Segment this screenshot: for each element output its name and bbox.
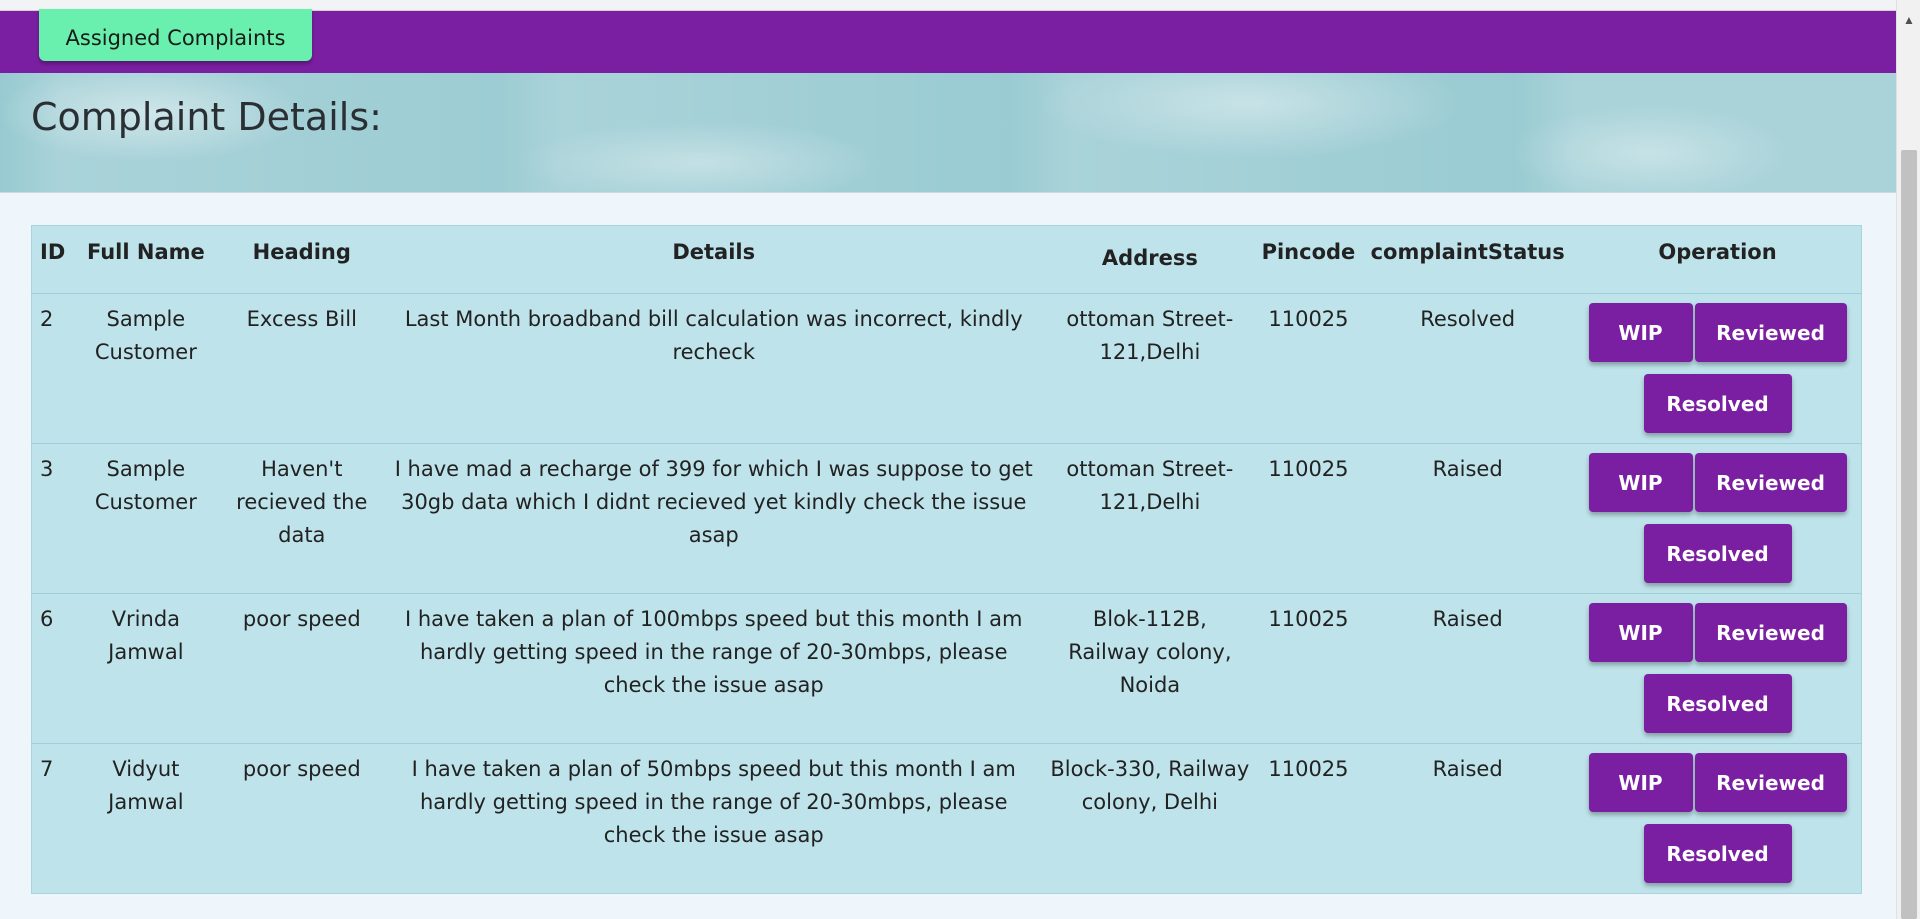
operation-buttons: WIP Reviewed Resolved [1580,453,1855,583]
header-address: Address [1044,225,1256,294]
cell-operation: WIP Reviewed Resolved [1574,593,1862,744]
cell-status: Raised [1361,593,1575,744]
table-row: 7 Vidyut Jamwal poor speed I have taken … [32,744,1862,894]
operation-buttons-top: WIP Reviewed [1588,303,1847,362]
cell-address: ottoman Street-121,Delhi [1044,293,1256,444]
cell-details: I have mad a recharge of 399 for which I… [383,443,1045,594]
header-heading: Heading [220,225,384,294]
operation-buttons: WIP Reviewed Resolved [1580,753,1855,883]
reviewed-button[interactable]: Reviewed [1694,303,1847,362]
cell-status: Raised [1432,757,1503,781]
cell-heading: poor speed [220,593,384,744]
cell-id: 6 [31,593,72,744]
cell-status: Raised [1361,443,1575,594]
header-details: Details [383,225,1045,294]
cell-id: 7 [40,757,54,781]
wip-button[interactable]: WIP [1588,453,1693,512]
cell-full-name: Sample Customer [71,443,221,594]
table-row: 6 Vrinda Jamwal poor speed I have taken … [31,593,1862,744]
page-header-banner: Complaint Details: [0,73,1896,193]
cell-pincode: 110025 [1255,293,1362,444]
cell-operation: WIP Reviewed Resolved [1574,744,1861,894]
cell-status: Resolved [1361,293,1575,444]
operation-buttons: WIP Reviewed Resolved [1580,603,1855,733]
cell-address: Blok-112B, Railway colony, Noida [1044,593,1256,744]
scrollbar-thumb[interactable] [1901,150,1917,919]
resolved-button[interactable]: Resolved [1643,524,1792,583]
assigned-complaints-button[interactable]: Assigned Complaints [39,9,312,61]
table-row: 3 Sample Customer Haven't recieved the d… [31,443,1862,594]
cell-operation: WIP Reviewed Resolved [1574,443,1862,594]
operation-buttons-top: WIP Reviewed [1588,603,1847,662]
cell-pincode: 110025 [1255,443,1362,594]
navbar: Assigned Complaints [0,9,1896,73]
up-arrow-icon[interactable]: ▲ [1897,10,1920,30]
cell-id: 3 [31,443,72,594]
cell-full-name: Vrinda Jamwal [71,593,221,744]
cell-details: I have taken a plan of 100mbps speed but… [383,593,1045,744]
header-complaint-status: complaintStatus [1361,225,1575,294]
reviewed-button[interactable]: Reviewed [1694,753,1847,812]
wip-button[interactable]: WIP [1588,753,1693,812]
reviewed-button[interactable]: Reviewed [1694,453,1847,512]
resolved-button[interactable]: Resolved [1643,374,1792,433]
reviewed-button[interactable]: Reviewed [1694,603,1847,662]
header-operation: Operation [1574,225,1862,294]
header-pincode: Pincode [1255,225,1362,294]
complaints-table-container: ID Full Name Heading Details Address Pin… [31,225,1862,894]
cell-id: 2 [31,293,72,444]
cell-operation: WIP Reviewed Resolved [1574,293,1862,444]
wip-button[interactable]: WIP [1588,303,1693,362]
resolved-button[interactable]: Resolved [1643,824,1792,883]
cell-heading: Excess Bill [220,293,384,444]
page-title: Complaint Details: [31,95,382,139]
cell-heading: poor speed [242,757,361,781]
complaints-table: ID Full Name Heading Details Address Pin… [31,225,1862,894]
cell-full-name: Sample Customer [71,293,221,444]
resolved-button[interactable]: Resolved [1643,674,1792,733]
cell-address: Block-330, Railway colony, Delhi [1050,757,1250,814]
cell-full-name: Vidyut Jamwal [108,757,184,814]
operation-buttons-top: WIP Reviewed [1588,753,1847,812]
cell-details: Last Month broadband bill calculation wa… [383,293,1045,444]
cell-address: ottoman Street-121,Delhi [1044,443,1256,594]
header-full-name: Full Name [71,225,221,294]
operation-buttons-top: WIP Reviewed [1588,453,1847,512]
cell-heading: Haven't recieved the data [220,443,384,594]
cell-details: I have taken a plan of 50mbps speed but … [411,757,1016,847]
table-row: 2 Sample Customer Excess Bill Last Month… [31,293,1862,444]
operation-buttons: WIP Reviewed Resolved [1580,303,1855,433]
table-header-row: ID Full Name Heading Details Address Pin… [31,225,1862,294]
page-scrollbar[interactable]: ▲ [1896,0,1920,919]
wip-button[interactable]: WIP [1588,603,1693,662]
cell-pincode: 110025 [1255,593,1362,744]
header-id: ID [31,225,72,294]
cell-pincode: 110025 [1268,757,1349,781]
